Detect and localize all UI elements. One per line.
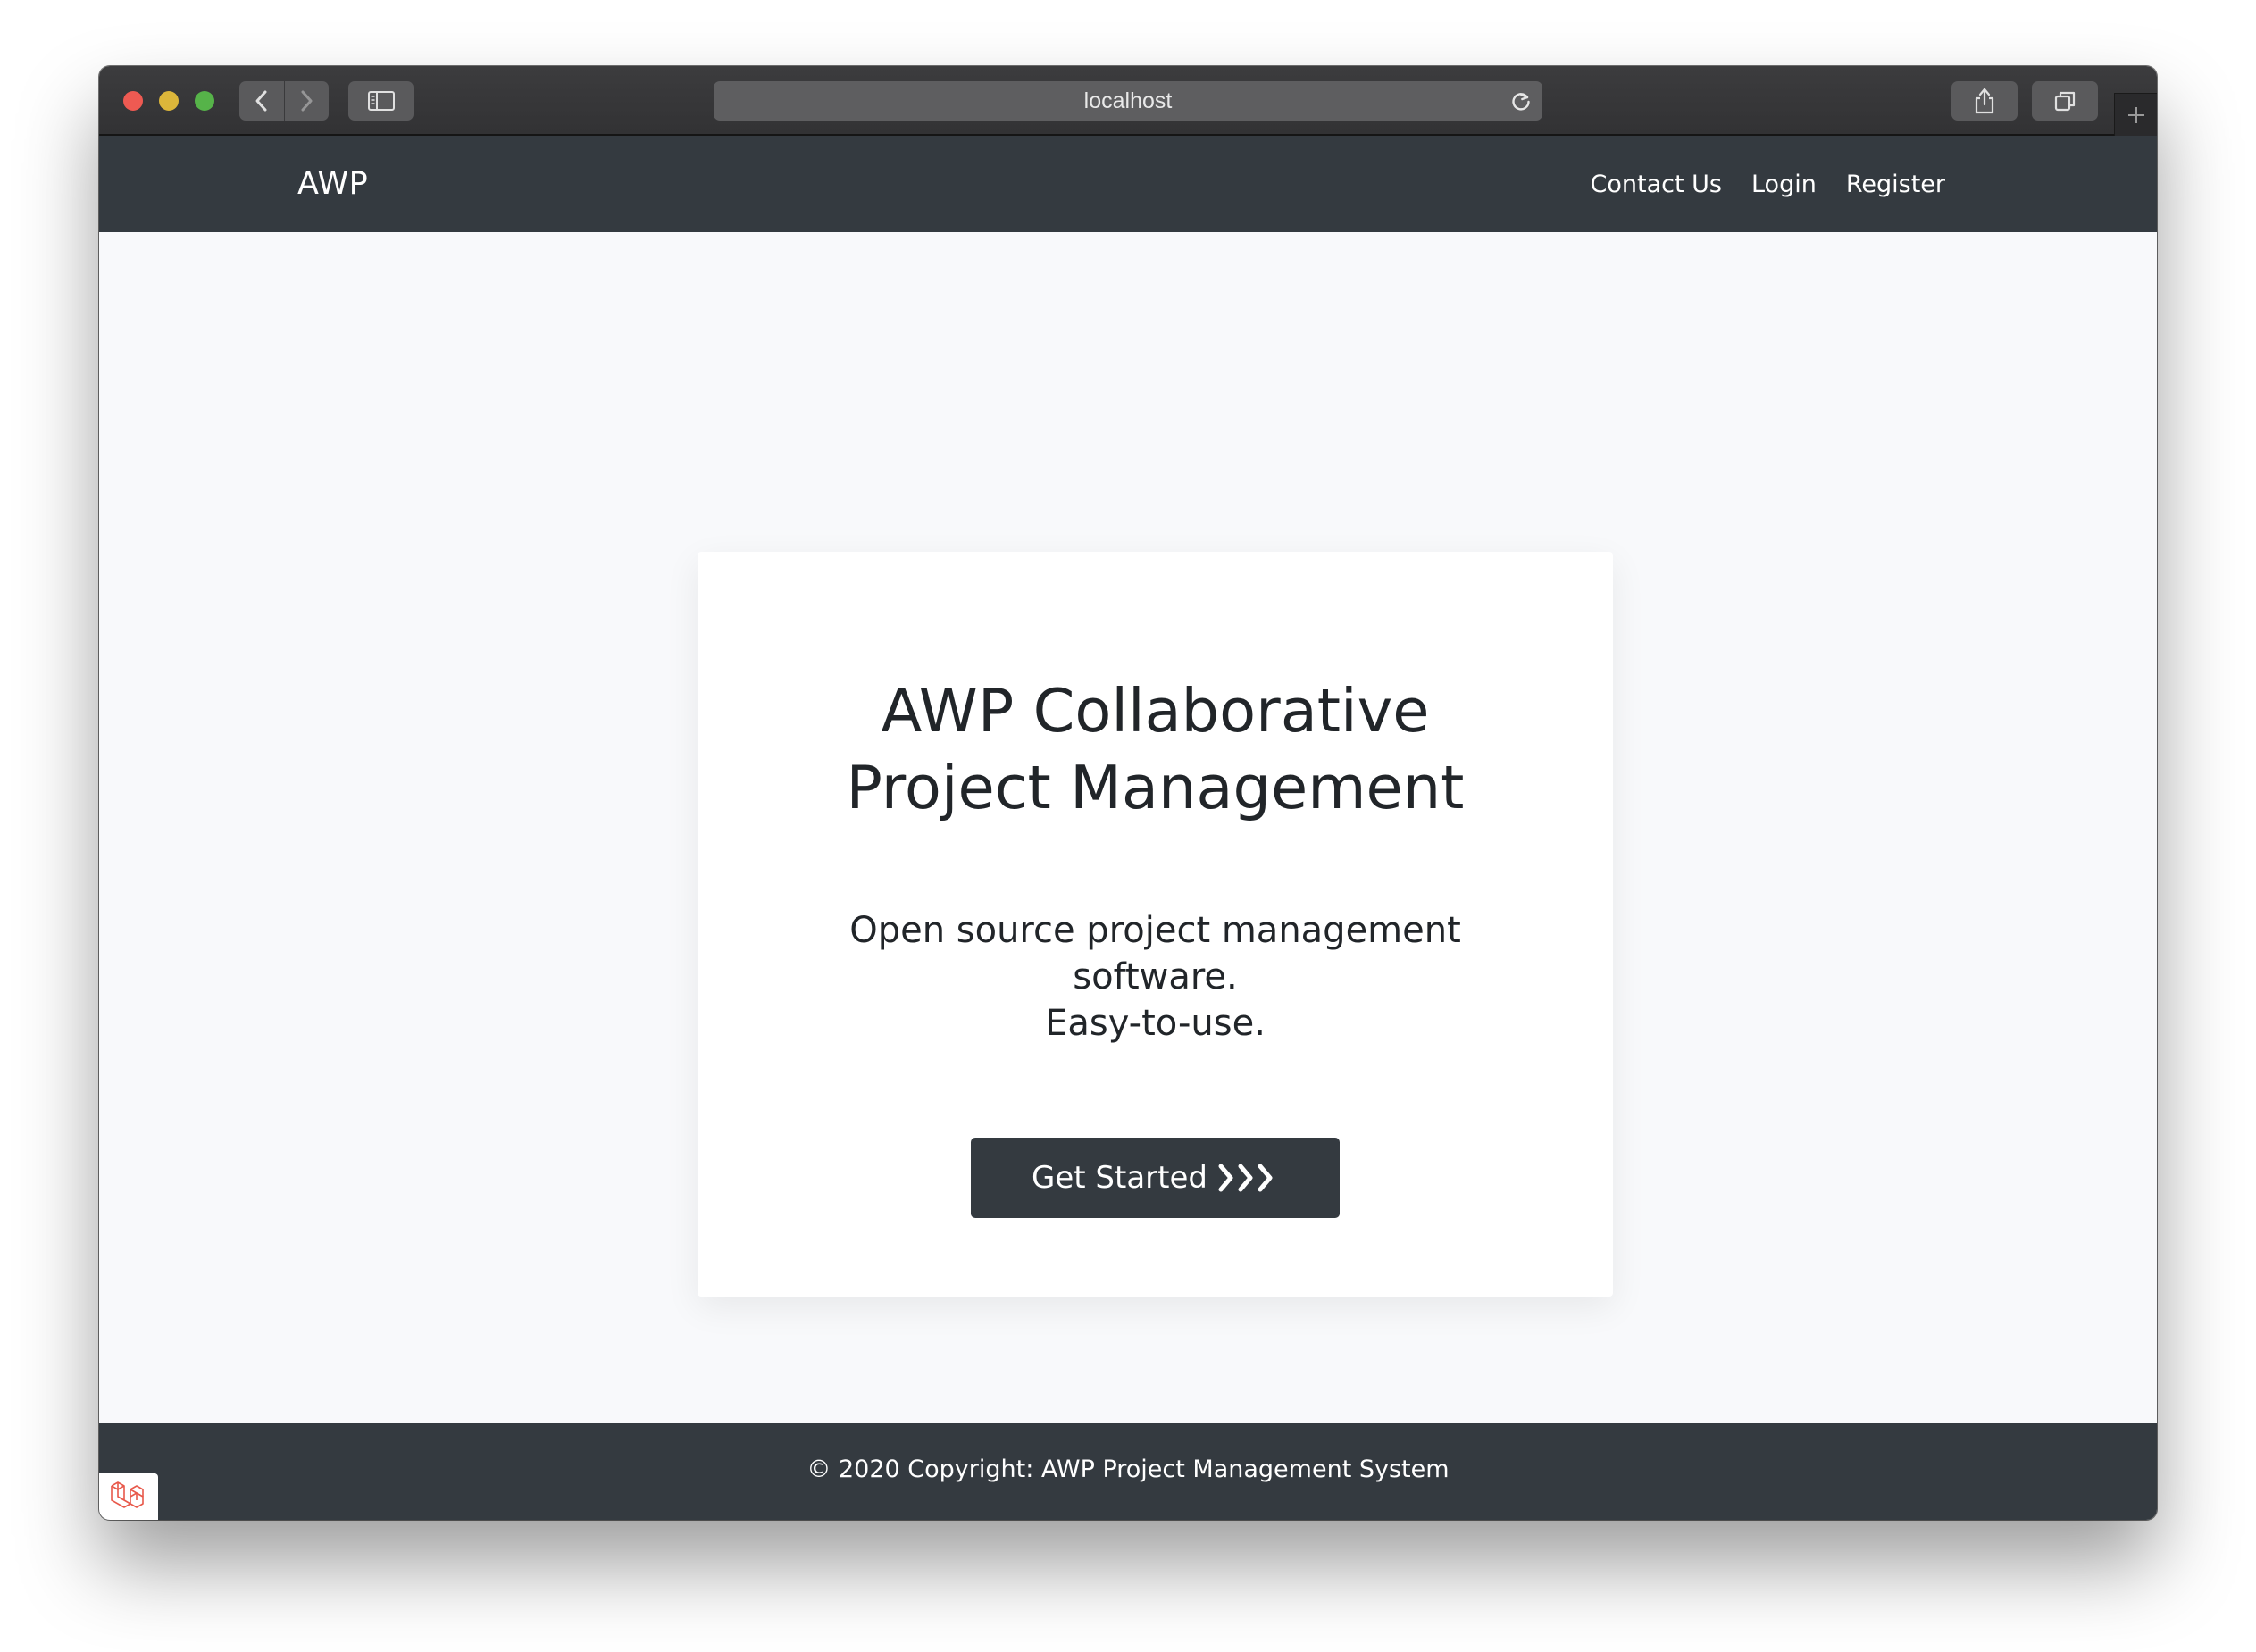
laravel-logo-icon xyxy=(111,1481,144,1508)
hero-title-line-1: AWP Collaborative xyxy=(881,676,1430,746)
plus-icon xyxy=(2127,106,2144,123)
sidebar-toggle-button[interactable] xyxy=(348,81,414,121)
hero-subtitle: Open source project management software.… xyxy=(698,907,1613,1047)
close-window-button[interactable] xyxy=(123,91,143,111)
laravel-debug-badge[interactable] xyxy=(99,1473,158,1520)
tabs-overview-button[interactable] xyxy=(2032,81,2098,121)
hero-title: AWP Collaborative Project Management xyxy=(698,672,1613,826)
get-started-button[interactable]: Get Started xyxy=(971,1138,1340,1218)
nav-links: Contact Us Login Register xyxy=(1591,136,1945,232)
site-navbar: AWP Contact Us Login Register xyxy=(99,136,2157,232)
chevron-left-icon xyxy=(255,90,267,112)
hero-subtitle-line-3: Easy-to-use. xyxy=(1045,1003,1266,1044)
hero-subtitle-line-2: software. xyxy=(1073,956,1238,997)
main-content: AWP Collaborative Project Management Ope… xyxy=(99,232,2157,1423)
browser-window: localhost AWP Contact Us Login Register … xyxy=(99,66,2157,1520)
nav-link-contact-us[interactable]: Contact Us xyxy=(1591,171,1722,198)
share-button[interactable] xyxy=(1951,81,2018,121)
new-tab-button[interactable] xyxy=(2114,93,2157,136)
zoom-window-button[interactable] xyxy=(195,91,214,111)
hero-title-line-2: Project Management xyxy=(846,753,1465,822)
hero-card: AWP Collaborative Project Management Ope… xyxy=(698,552,1613,1297)
minimize-window-button[interactable] xyxy=(159,91,179,111)
forward-button[interactable] xyxy=(285,81,330,121)
chevron-right-icon xyxy=(301,90,313,112)
tabs-overview-icon xyxy=(2054,91,2076,112)
address-url: localhost xyxy=(1083,88,1173,113)
get-started-label: Get Started xyxy=(1032,1160,1207,1196)
footer-copyright: © 2020 Copyright: AWP Project Management… xyxy=(806,1456,1450,1483)
back-button[interactable] xyxy=(239,81,285,121)
sidebar-icon xyxy=(367,91,395,111)
nav-link-register[interactable]: Register xyxy=(1846,171,1945,198)
history-nav-group xyxy=(239,81,329,121)
nav-link-login[interactable]: Login xyxy=(1751,171,1817,198)
share-icon xyxy=(1975,88,1994,114)
reload-icon[interactable] xyxy=(1508,88,1533,113)
hero-subtitle-line-1: Open source project management xyxy=(849,910,1461,951)
brand-link[interactable]: AWP xyxy=(297,136,368,232)
address-bar[interactable]: localhost xyxy=(714,81,1542,121)
site-footer: © 2020 Copyright: AWP Project Management… xyxy=(99,1423,2157,1520)
browser-titlebar: localhost xyxy=(99,66,2157,136)
triple-chevron-right-icon xyxy=(1218,1164,1273,1192)
